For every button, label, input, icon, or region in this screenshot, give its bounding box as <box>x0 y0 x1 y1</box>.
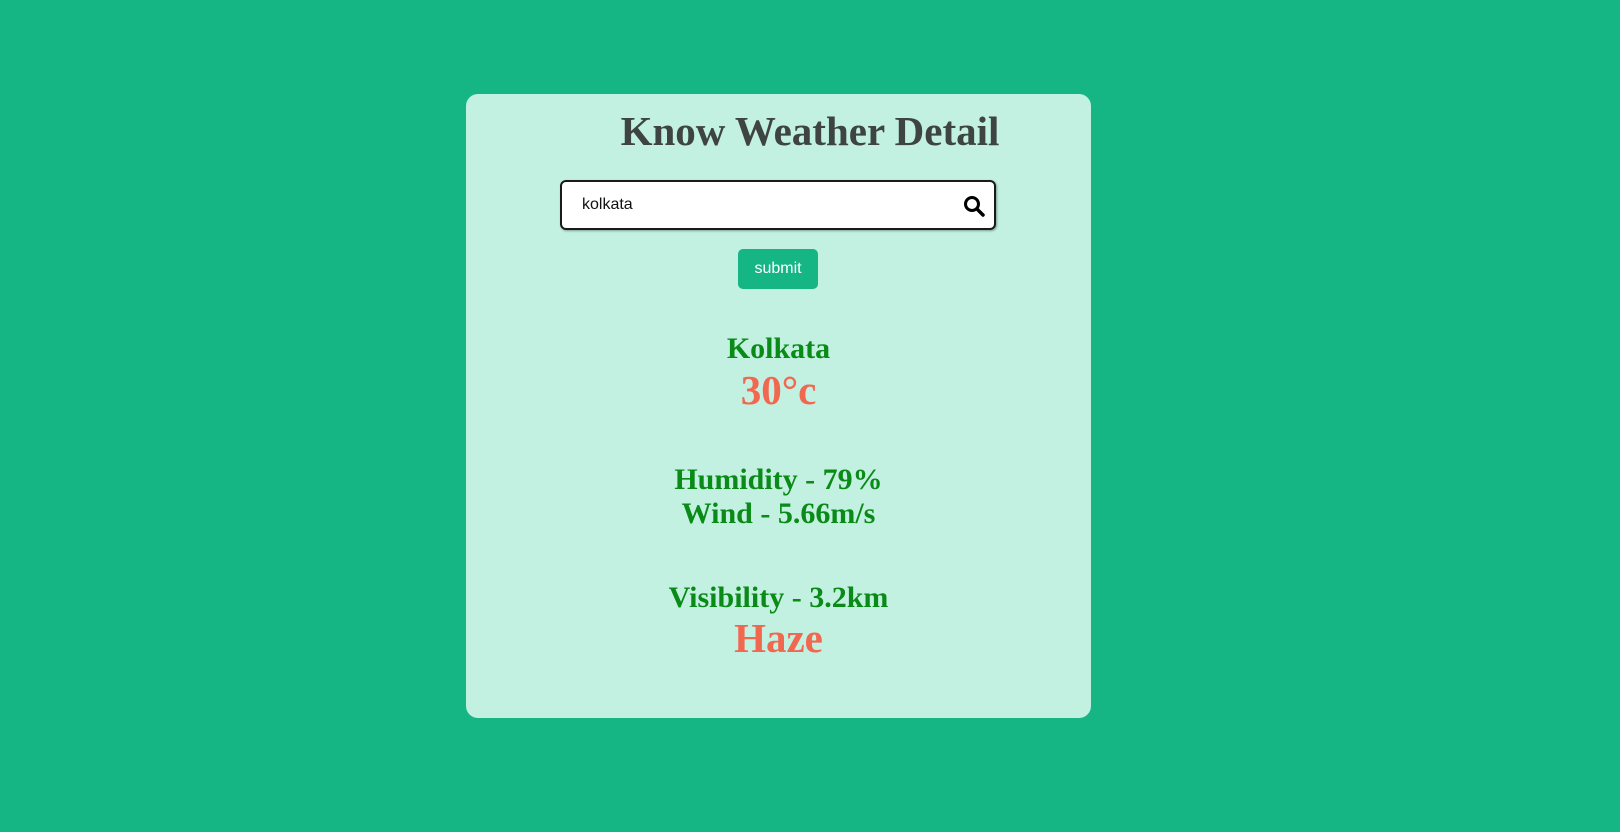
weather-condition: Haze <box>734 615 823 661</box>
city-name: Kolkata <box>726 332 831 365</box>
page-title: Know Weather Detail <box>620 108 1000 154</box>
search-input[interactable] <box>562 182 994 228</box>
submit-button[interactable]: submit <box>738 249 818 289</box>
search-icon[interactable] <box>962 194 986 218</box>
temperature: 30°c <box>740 367 817 413</box>
humidity: Humidity - 79% <box>674 463 883 496</box>
search-box <box>560 180 996 230</box>
visibility: Visibility - 3.2km <box>668 581 889 614</box>
wind-speed: Wind - 5.66m/s <box>681 497 876 530</box>
